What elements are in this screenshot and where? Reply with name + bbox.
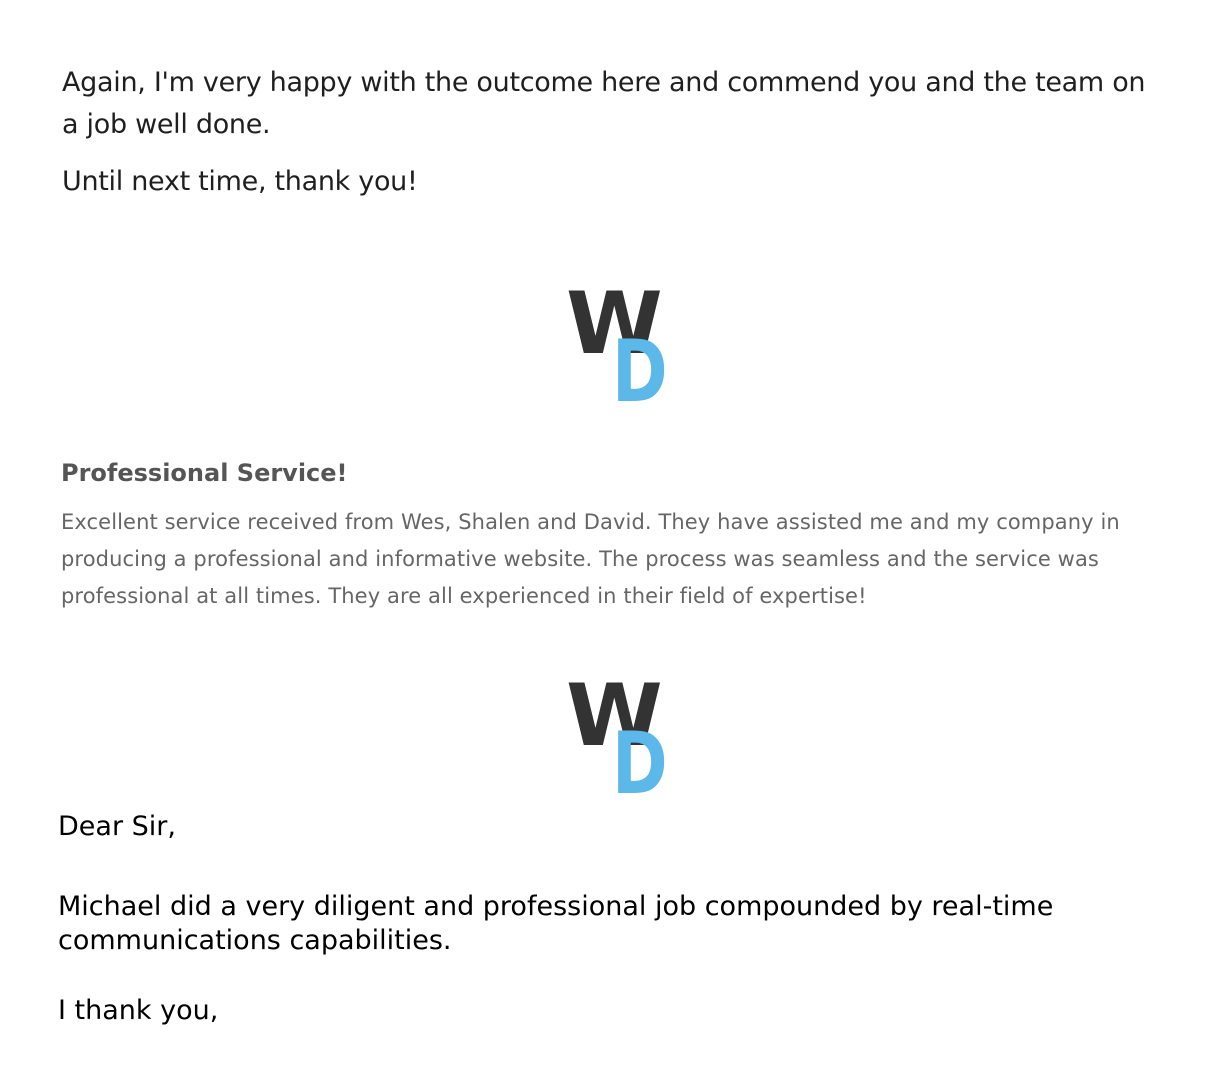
top-message: Again, I'm very happy with the outcome h…	[62, 62, 1162, 203]
top-message-line-1: Again, I'm very happy with the outcome h…	[62, 67, 1146, 140]
letter-body: Michael did a very diligent and professi…	[58, 891, 1054, 956]
wd-logo: W D	[566, 673, 696, 814]
letter: Dear Sir, Michael did a very diligent an…	[58, 808, 1178, 1030]
top-message-line-2: Until next time, thank you!	[62, 166, 418, 197]
review-body: Excellent service received from Wes, Sha…	[61, 510, 1120, 608]
letter-signoff: I thank you,	[58, 995, 219, 1026]
wd-logo: W D	[566, 281, 696, 422]
review-title: Professional Service!	[61, 459, 348, 487]
wd-logo-d: D	[612, 714, 668, 814]
wd-logo-d: D	[612, 322, 668, 422]
letter-greeting: Dear Sir,	[58, 811, 176, 842]
